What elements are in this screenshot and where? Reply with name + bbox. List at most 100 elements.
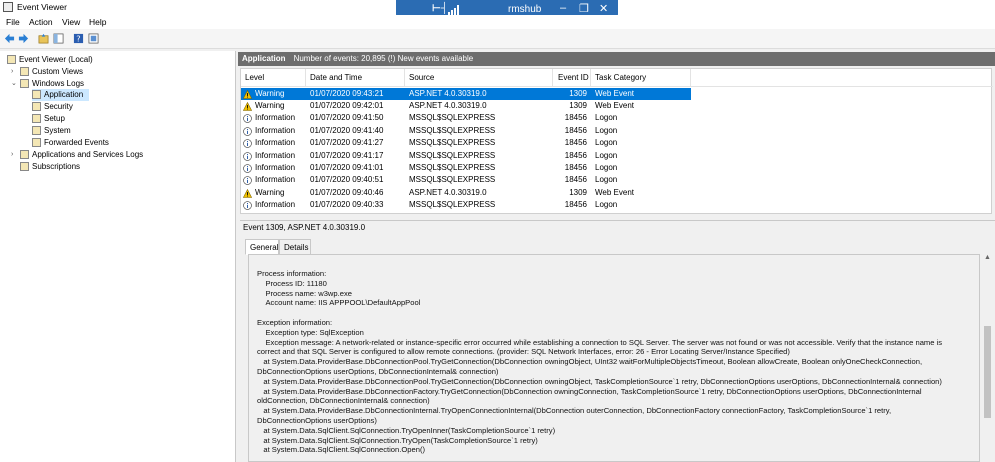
column-date-time[interactable]: Date and Time <box>306 69 405 87</box>
folder-icon <box>20 150 29 160</box>
tree-item-security[interactable]: Security <box>32 101 73 113</box>
folder-up-icon[interactable] <box>38 33 49 44</box>
scroll-up-icon[interactable]: ▲ <box>982 254 993 265</box>
back-arrow-icon[interactable] <box>4 33 15 44</box>
detail-scrollbar[interactable]: ▲ <box>982 254 993 462</box>
tree-item-setup[interactable]: Setup <box>32 113 65 125</box>
level-cell: Warning <box>255 100 285 110</box>
column-task-category[interactable]: Task Category <box>591 69 691 87</box>
show-hide-tree-icon[interactable] <box>53 33 64 44</box>
source-cell: ASP.NET 4.0.30319.0 <box>409 88 487 98</box>
event-id-cell: 18456 <box>564 162 587 172</box>
tree-item-application[interactable]: Application <box>32 89 90 101</box>
menu-help[interactable]: Help <box>89 17 106 27</box>
menu-action[interactable]: Action <box>29 17 53 27</box>
task-category-cell: Logon <box>595 138 618 148</box>
expand-chevron-icon[interactable]: › <box>11 149 13 161</box>
remote-minimize-button[interactable]: – <box>560 2 566 14</box>
level-cell: Information <box>255 150 296 160</box>
table-header: Level Date and Time Source Event ID Task… <box>241 69 993 87</box>
level-cell: Information <box>255 138 296 148</box>
help-icon[interactable]: ? <box>73 33 84 44</box>
task-category-cell: Web Event <box>595 187 634 197</box>
information-icon <box>243 139 252 148</box>
properties-icon[interactable] <box>88 33 99 44</box>
date-time-cell: 01/07/2020 09:42:01 <box>310 100 384 110</box>
table-row[interactable]: Information 01/07/2020 09:41:50 MSSQL$SQLE… <box>241 112 993 124</box>
folder-icon <box>20 79 29 89</box>
table-row[interactable]: Information 01/07/2020 09:41:40 MSSQL$SQLE… <box>241 125 993 137</box>
remote-close-button[interactable]: ✕ <box>599 2 608 15</box>
subscriptions-icon <box>20 162 29 172</box>
log-icon <box>32 138 41 148</box>
table-row[interactable]: Information 01/07/2020 09:40:33 MSSQL$SQLE… <box>241 199 993 211</box>
event-id-cell: 18456 <box>564 175 587 185</box>
window-title: Event Viewer <box>17 2 67 12</box>
remote-restore-button[interactable]: ❐ <box>579 2 589 15</box>
date-time-cell: 01/07/2020 09:40:46 <box>310 187 384 197</box>
warning-icon <box>243 89 252 99</box>
expand-chevron-icon[interactable]: › <box>11 66 13 78</box>
date-time-cell: 01/07/2020 09:40:51 <box>310 175 384 185</box>
table-row[interactable]: Warning 01/07/2020 09:42:01 ASP.NET 4.0.30… <box>241 100 993 112</box>
menu-bar: File Action View Help <box>0 15 995 29</box>
event-description-box[interactable]: Process information: Process ID: 11180 P… <box>248 254 980 462</box>
source-cell: MSSQL$SQLEXPRESS <box>409 150 496 160</box>
events-table: Level Date and Time Source Event ID Task… <box>240 68 993 214</box>
menu-view[interactable]: View <box>62 17 80 27</box>
warning-icon <box>243 101 252 111</box>
date-time-cell: 01/07/2020 09:43:21 <box>310 88 384 98</box>
event-id-cell: 1309 <box>569 88 587 98</box>
table-row[interactable]: Information 01/07/2020 09:41:27 MSSQL$SQLE… <box>241 137 993 149</box>
tab-general[interactable]: General <box>245 239 279 255</box>
tree-item-subscriptions[interactable]: Subscriptions <box>20 161 80 173</box>
log-icon <box>32 114 41 124</box>
table-row[interactable]: Warning 01/07/2020 09:40:46 ASP.NET 4.0.30… <box>241 187 993 199</box>
tree-item-root[interactable]: Event Viewer (Local) <box>7 54 93 66</box>
information-icon <box>243 176 252 186</box>
scrollbar-thumb[interactable] <box>984 326 991 418</box>
folder-icon <box>20 67 29 77</box>
menu-file[interactable]: File <box>6 17 20 27</box>
tree-item-forwarded-events[interactable]: Forwarded Events <box>32 137 109 149</box>
information-icon <box>243 151 252 161</box>
console-tree: Event Viewer (Local) › Custom Views ⌄ Wind… <box>0 51 236 462</box>
column-level[interactable]: Level <box>241 69 306 87</box>
log-icon <box>32 126 41 136</box>
tab-details[interactable]: Details <box>279 239 311 255</box>
table-row[interactable]: Information 01/07/2020 09:41:17 MSSQL$SQLE… <box>241 150 993 162</box>
task-category-cell: Logon <box>595 113 618 123</box>
task-category-cell: Logon <box>595 162 618 172</box>
log-name: Application <box>242 54 286 63</box>
table-row[interactable]: Information 01/07/2020 09:41:01 MSSQL$SQLE… <box>241 162 993 174</box>
tree-item-applications-services-logs[interactable]: › Applications and Services Logs <box>11 149 143 161</box>
collapse-chevron-icon[interactable]: ⌄ <box>11 78 17 90</box>
level-cell: Information <box>255 162 296 172</box>
information-icon <box>243 126 252 136</box>
tree-item-system[interactable]: System <box>32 125 71 137</box>
column-source[interactable]: Source <box>405 69 553 87</box>
log-icon <box>32 90 41 100</box>
event-viewer-app-icon <box>3 2 13 12</box>
warning-icon <box>243 188 252 198</box>
pin-icon[interactable]: ⊢┤ <box>432 3 448 14</box>
remote-host-name: rmshub <box>508 4 542 15</box>
event-id-cell: 18456 <box>564 125 587 135</box>
table-row[interactable]: Warning 01/07/2020 09:43:21 ASP.NET 4.0.30… <box>241 87 993 100</box>
level-cell: Information <box>255 113 296 123</box>
event-id-cell: 18456 <box>564 150 587 160</box>
level-cell: Information <box>255 200 296 210</box>
tree-item-custom-views[interactable]: › Custom Views <box>11 66 83 78</box>
information-icon <box>243 164 252 173</box>
table-row[interactable]: Information 01/07/2020 09:40:51 MSSQL$SQLE… <box>241 174 993 186</box>
source-cell: MSSQL$SQLEXPRESS <box>409 175 496 185</box>
log-pane-header: Application Number of events: 20,895 (!) … <box>238 52 995 66</box>
event-viewer-icon <box>7 55 16 65</box>
toolbar: ? <box>0 29 995 49</box>
log-icon <box>32 102 41 112</box>
source-cell: MSSQL$SQLEXPRESS <box>409 200 496 210</box>
forward-arrow-icon[interactable] <box>18 33 29 44</box>
level-cell: Information <box>255 175 296 185</box>
column-event-id[interactable]: Event ID <box>553 69 591 87</box>
source-cell: ASP.NET 4.0.30319.0 <box>409 187 487 197</box>
